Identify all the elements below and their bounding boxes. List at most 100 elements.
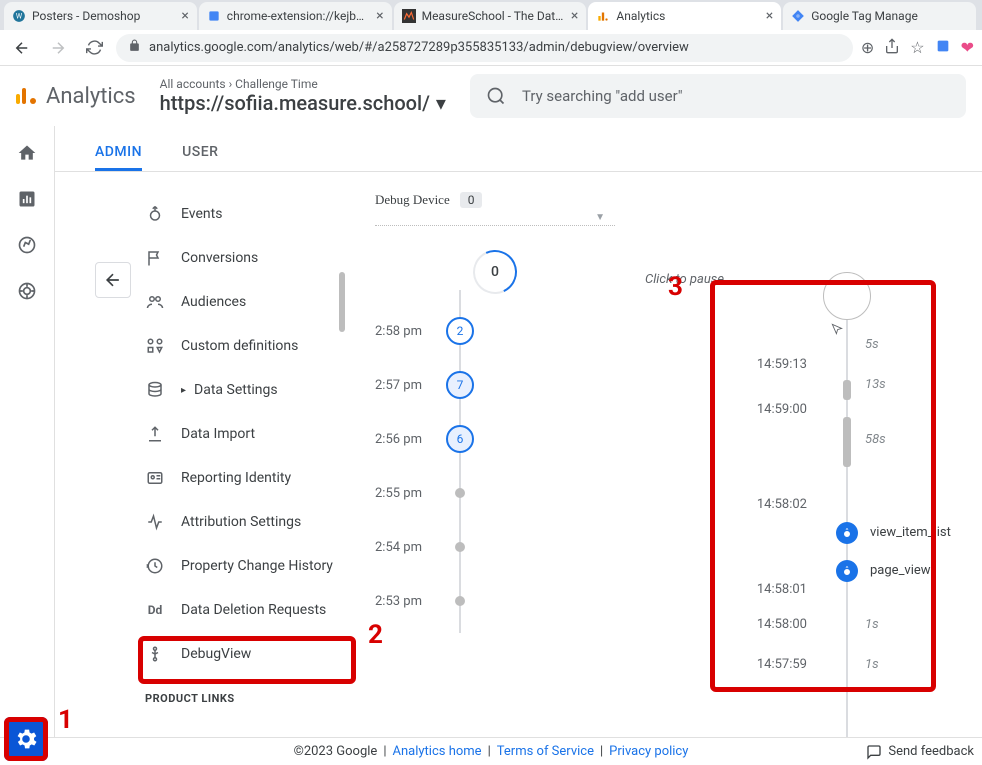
scrollbar[interactable] (339, 272, 345, 332)
star-icon[interactable]: ☆ (910, 38, 924, 58)
menu-attribution-settings[interactable]: Attribution Settings (145, 500, 355, 544)
debug-timeline-panel: Debug Device 0 ▼ 0 2:58 pm 22:57 pm 72:5… (355, 172, 635, 737)
timeline-dot (455, 542, 465, 552)
menu-events[interactable]: Events (145, 192, 355, 236)
back-arrow-button[interactable] (95, 262, 131, 298)
timeline-row[interactable]: 2:53 pm (375, 574, 615, 628)
detail-time: 14:59:00 (725, 402, 815, 417)
detail-row: 5s (725, 337, 982, 352)
home-icon[interactable] (16, 142, 38, 164)
timeline-row[interactable]: 2:58 pm 2 (375, 304, 615, 358)
debug-device-label: Debug Device (375, 192, 450, 208)
debug-device-count: 0 (460, 192, 483, 208)
property-url: https://sofiia.measure.school/ (160, 91, 430, 115)
menu-change-history[interactable]: Property Change History (145, 544, 355, 588)
tab-title: Analytics (616, 9, 759, 23)
timeline-node[interactable]: 2 (446, 317, 474, 345)
upload-icon (145, 424, 165, 444)
footer-privacy-link[interactable]: Privacy policy (609, 744, 688, 759)
timeline-row[interactable]: 2:57 pm 7 (375, 358, 615, 412)
reload-button[interactable] (80, 34, 108, 62)
tab-admin[interactable]: ADMIN (95, 136, 142, 171)
timeline-dot (455, 488, 465, 498)
close-icon[interactable]: × (181, 8, 188, 24)
timeline-node[interactable]: 7 (446, 371, 474, 399)
browser-tab[interactable]: W Posters - Demoshop × (4, 2, 197, 30)
menu-label: Events (181, 206, 222, 222)
timeline-time: 2:53 pm (375, 594, 445, 609)
chevron-down-icon[interactable]: ▼ (375, 212, 615, 223)
menu-label: Data Settings (194, 382, 278, 398)
identity-icon (145, 468, 165, 488)
timeline-row[interactable]: 2:56 pm 6 (375, 412, 615, 466)
reports-icon[interactable] (16, 188, 38, 210)
lock-icon (128, 39, 141, 56)
menu-custom-definitions[interactable]: Custom definitions (145, 324, 355, 368)
timeline-time: 2:54 pm (375, 540, 445, 555)
menu-data-import[interactable]: Data Import (145, 412, 355, 456)
search-placeholder: Try searching "add user" (522, 87, 683, 105)
tab-user[interactable]: USER (182, 136, 218, 171)
live-counter-value: 0 (491, 264, 499, 280)
search-input[interactable]: Try searching "add user" (470, 74, 966, 118)
event-marker[interactable] (836, 560, 858, 582)
timeline-row[interactable]: 2:54 pm (375, 520, 615, 574)
detail-row: 13s (725, 377, 982, 392)
close-icon[interactable]: × (766, 8, 773, 24)
menu-label: Audiences (181, 294, 246, 310)
annotation-number-3: 3 (668, 272, 683, 302)
share-icon[interactable] (884, 38, 900, 58)
close-icon[interactable]: × (571, 8, 578, 24)
search-icon[interactable]: ⊕ (861, 38, 874, 58)
detail-gap: 1s (815, 617, 982, 632)
menu-data-deletion[interactable]: DdData Deletion Requests (145, 588, 355, 632)
menu-reporting-identity[interactable]: Reporting Identity (145, 456, 355, 500)
event-name[interactable]: view_item_list (870, 525, 951, 540)
event-marker[interactable] (836, 522, 858, 544)
property-picker[interactable]: All accounts › Challenge Time https://so… (160, 77, 446, 115)
menu-audiences[interactable]: Audiences (145, 280, 355, 324)
menu-data-settings[interactable]: ▸Data Settings (145, 368, 355, 412)
url-text: analytics.google.com/analytics/web/#/a25… (149, 40, 689, 55)
browser-tab[interactable]: chrome-extension://kejbdjndbnt × (199, 2, 392, 30)
timeline-time: 2:58 pm (375, 324, 445, 339)
timeline-node[interactable]: 6 (446, 425, 474, 453)
detail-time: 14:58:00 (725, 617, 815, 632)
admin-gear-button[interactable] (4, 717, 48, 761)
menu-label: Custom definitions (181, 338, 298, 354)
menu-label: Attribution Settings (181, 514, 301, 530)
extensions-icon[interactable] (935, 38, 951, 58)
footer: ©2023 Google | Analytics home | Terms of… (0, 737, 982, 765)
live-counter[interactable]: 0 (467, 244, 523, 300)
menu-label: Data Deletion Requests (181, 602, 326, 618)
analytics-logo[interactable]: Analytics (16, 84, 136, 109)
event-name[interactable]: page_view (870, 563, 931, 578)
menu-conversions[interactable]: Conversions (145, 236, 355, 280)
annotation-number-1: 1 (58, 705, 73, 735)
detail-row: 14:58:02 (725, 497, 982, 512)
avatar-icon[interactable]: ❤ (961, 38, 974, 58)
browser-tab[interactable]: Google Tag Manage (783, 2, 976, 30)
timeline-row[interactable]: 2:55 pm (375, 466, 615, 520)
close-icon[interactable]: × (376, 8, 383, 24)
tab-title: MeasureSchool - The Data-Drive (422, 9, 565, 23)
divider (375, 225, 615, 226)
annotation-number-2: 2 (368, 620, 383, 650)
browser-tab[interactable]: MeasureSchool - The Data-Drive × (394, 2, 587, 30)
footer-home-link[interactable]: Analytics home (393, 744, 482, 759)
send-feedback-button[interactable]: Send feedback (866, 744, 974, 760)
menu-label: DebugView (181, 646, 251, 662)
advertising-icon[interactable] (16, 280, 38, 302)
forward-button[interactable] (44, 34, 72, 62)
detail-head-circle[interactable] (823, 272, 871, 320)
svg-text:W: W (16, 12, 23, 20)
back-button[interactable] (8, 34, 36, 62)
crumb-property: Challenge Time (235, 77, 318, 91)
browser-tab-active[interactable]: Analytics × (588, 2, 781, 30)
explore-icon[interactable] (16, 234, 38, 256)
menu-debugview[interactable]: DebugView (145, 632, 355, 676)
detail-time: 14:59:13 (725, 357, 815, 372)
footer-tos-link[interactable]: Terms of Service (497, 744, 594, 759)
url-field[interactable]: analytics.google.com/analytics/web/#/a25… (116, 34, 853, 62)
database-icon (145, 380, 165, 400)
